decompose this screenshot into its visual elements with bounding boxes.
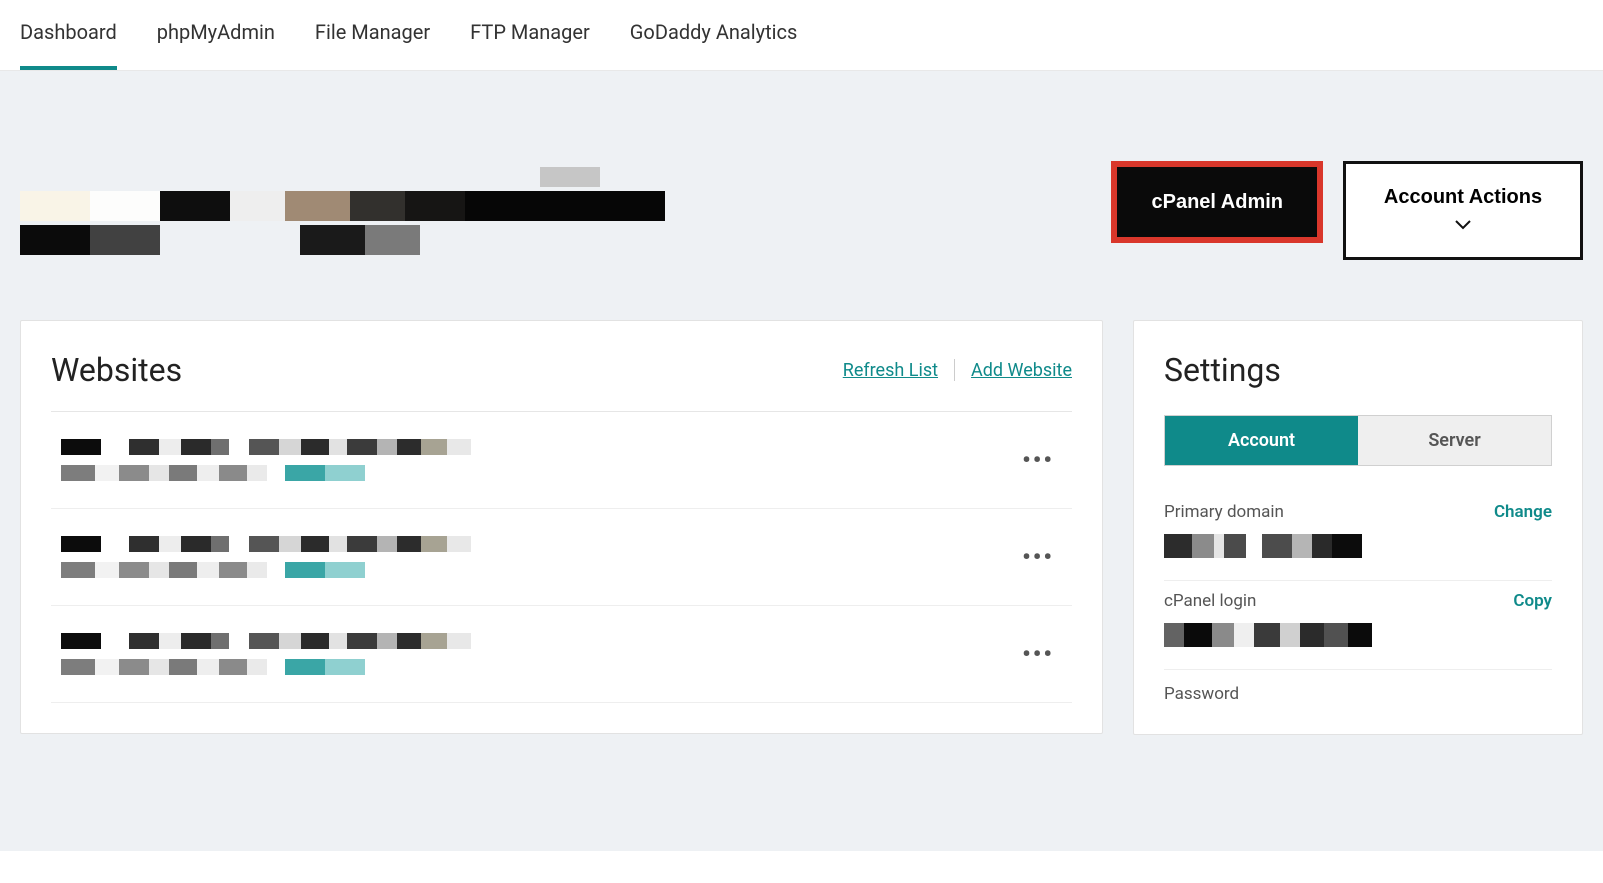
- website-actions-menu[interactable]: •••: [1014, 535, 1062, 579]
- header-actions: cPanel Admin Account Actions: [1111, 161, 1583, 260]
- separator: [954, 359, 955, 381]
- website-info-redacted: [61, 439, 1014, 481]
- primary-domain-value-redacted: [1164, 534, 1362, 558]
- primary-domain-field: Primary domain Cha: [1164, 492, 1552, 581]
- cpanel-login-label: cPanel login: [1164, 591, 1372, 611]
- account-actions-label: Account Actions: [1384, 186, 1542, 209]
- websites-card: Websites Refresh List Add Website ••••••…: [20, 320, 1103, 734]
- cpanel-login-value-redacted: [1164, 623, 1372, 647]
- top-tabs: Dashboard phpMyAdmin File Manager FTP Manag…: [0, 0, 1603, 71]
- website-row: •••: [51, 412, 1072, 509]
- cpanel-admin-button[interactable]: cPanel Admin: [1111, 161, 1323, 243]
- settings-segment: Account Server: [1164, 415, 1552, 466]
- main-area: cPanel Admin Account Actions Websites Re…: [0, 71, 1603, 851]
- cpanel-login-copy-link[interactable]: Copy: [1513, 591, 1552, 611]
- settings-card: Settings Account Server Primary domain: [1133, 320, 1583, 735]
- tab-godaddy-analytics[interactable]: GoDaddy Analytics: [630, 20, 798, 70]
- tab-phpmyadmin[interactable]: phpMyAdmin: [157, 20, 275, 70]
- content-row: Websites Refresh List Add Website ••••••…: [20, 320, 1583, 735]
- tab-file-manager[interactable]: File Manager: [315, 20, 430, 70]
- website-actions-menu[interactable]: •••: [1014, 632, 1062, 676]
- header-row: cPanel Admin Account Actions: [20, 71, 1583, 320]
- primary-domain-label: Primary domain: [1164, 502, 1362, 522]
- website-info-redacted: [61, 536, 1014, 578]
- settings-title: Settings: [1164, 351, 1552, 415]
- website-row: •••: [51, 509, 1072, 606]
- website-row: •••: [51, 606, 1072, 703]
- websites-title: Websites: [51, 351, 182, 389]
- segment-server[interactable]: Server: [1358, 416, 1551, 465]
- account-title-redacted: [20, 167, 1111, 255]
- cpanel-login-field: cPanel login Copy: [1164, 581, 1552, 670]
- password-label: Password: [1164, 670, 1552, 704]
- cpanel-admin-label: cPanel Admin: [1151, 191, 1283, 213]
- websites-header: Websites Refresh List Add Website: [51, 351, 1072, 412]
- website-info-redacted: [61, 633, 1014, 675]
- account-actions-button[interactable]: Account Actions: [1343, 161, 1583, 260]
- tab-ftp-manager[interactable]: FTP Manager: [470, 20, 590, 70]
- website-actions-menu[interactable]: •••: [1014, 438, 1062, 482]
- refresh-list-link[interactable]: Refresh List: [843, 360, 938, 381]
- websites-list: ••• ••• •••: [51, 412, 1072, 703]
- chevron-down-icon: [1455, 217, 1471, 235]
- primary-domain-change-link[interactable]: Change: [1494, 502, 1552, 522]
- add-website-link[interactable]: Add Website: [971, 360, 1072, 381]
- tab-dashboard[interactable]: Dashboard: [20, 20, 117, 70]
- websites-links: Refresh List Add Website: [843, 359, 1072, 381]
- segment-account[interactable]: Account: [1165, 416, 1358, 465]
